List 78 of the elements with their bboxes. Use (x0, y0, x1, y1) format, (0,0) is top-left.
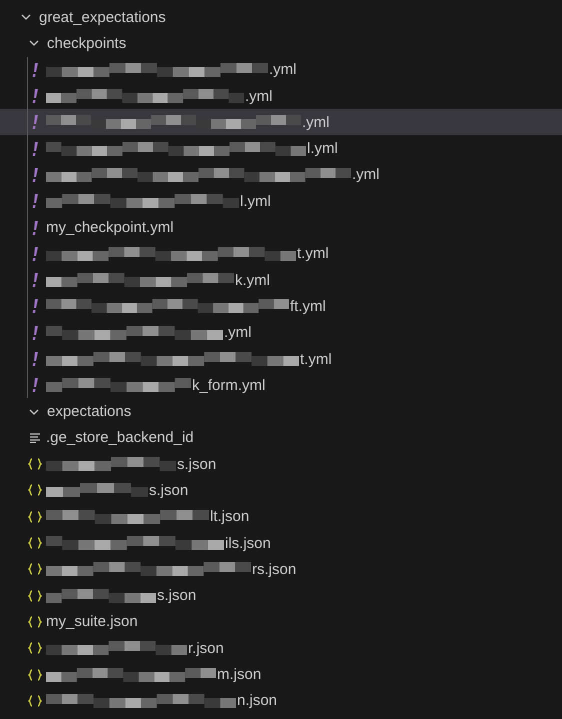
file-name: t.yml (300, 350, 332, 368)
file-row[interactable]: t.yml (0, 346, 562, 372)
braces-icon (28, 563, 42, 576)
exclamation-icon (32, 352, 38, 366)
file-row[interactable]: t.yml (0, 240, 562, 267)
exclamation-icon (32, 142, 38, 156)
file-name: my_suite.json (46, 613, 138, 630)
file-name: .yml (269, 61, 296, 78)
file-row[interactable]: .yml (0, 320, 562, 346)
file-name: l.yml (307, 140, 338, 158)
file-row[interactable]: n.json (0, 688, 562, 714)
file-row[interactable]: my_suite.json (0, 608, 562, 636)
braces-icon (28, 616, 42, 628)
file-name: m.json (217, 666, 262, 684)
file-row[interactable]: r.json (0, 635, 562, 662)
exclamation-icon (32, 168, 38, 182)
file-row[interactable]: .yml (0, 56, 562, 83)
exclamation-icon (32, 194, 38, 208)
file-row[interactable]: m.json (0, 661, 562, 688)
file-row[interactable]: ft.yml (0, 293, 562, 320)
file-row[interactable]: .ge_store_backend_id (0, 424, 562, 452)
file-name: n.json (237, 692, 278, 710)
folder-label: great_expectations (39, 8, 166, 26)
exclamation-icon (32, 246, 38, 261)
file-row[interactable]: s.json (0, 477, 562, 504)
tree-folder[interactable]: expectations (0, 398, 562, 425)
exclamation-icon (32, 220, 38, 235)
braces-icon (28, 668, 42, 681)
file-row[interactable]: k_form.yml (0, 372, 562, 398)
file-name: .ge_store_backend_id (46, 429, 194, 446)
file-row[interactable]: rs.json (0, 556, 562, 583)
file-name: .yml (352, 166, 380, 184)
file-name: t.yml (297, 245, 329, 262)
file-name: k.yml (235, 272, 270, 289)
file-row[interactable]: s.json (0, 451, 562, 478)
file-row[interactable]: .yml (0, 162, 562, 188)
tree-folder[interactable]: great_expectations (0, 4, 562, 30)
file-name: s.json (149, 482, 188, 499)
lines-icon (30, 432, 40, 443)
file-row[interactable]: lt.json (0, 504, 562, 530)
braces-icon (28, 694, 42, 707)
file-row[interactable]: my_checkpoint.yml (0, 214, 562, 241)
file-name: .yml (302, 114, 330, 131)
exclamation-icon (32, 115, 38, 130)
exclamation-icon (32, 62, 38, 77)
file-name: ils.json (225, 534, 271, 552)
file-name: my_checkpoint.yml (46, 219, 174, 236)
file-name: s.json (177, 456, 216, 473)
file-row[interactable]: .yml (0, 82, 562, 110)
file-name: .yml (245, 88, 272, 105)
file-name: r.json (188, 640, 224, 657)
folder-label: expectations (47, 403, 132, 420)
tree-folder[interactable]: checkpoints (0, 30, 562, 57)
file-name: s.json (157, 587, 196, 604)
file-row[interactable]: s.json (0, 582, 562, 609)
file-name: l.yml (240, 192, 271, 210)
exclamation-icon (32, 326, 38, 340)
file-name: .yml (224, 324, 252, 342)
exclamation-icon (32, 89, 38, 104)
braces-icon (28, 642, 42, 654)
braces-icon (28, 510, 42, 523)
exclamation-icon (32, 378, 38, 392)
file-row[interactable]: k.yml (0, 266, 562, 294)
file-name: lt.json (210, 508, 250, 526)
folder-label: checkpoints (47, 34, 126, 52)
file-name: k_form.yml (192, 376, 266, 394)
file-row[interactable]: .yml (0, 109, 562, 136)
braces-icon (28, 590, 42, 602)
braces-icon (28, 458, 42, 470)
exclamation-icon (32, 273, 38, 288)
braces-icon (28, 537, 42, 550)
file-name: rs.json (252, 560, 296, 578)
file-name: ft.yml (290, 298, 326, 315)
file-row[interactable]: ils.json (0, 530, 562, 556)
file-row[interactable]: l.yml (0, 135, 562, 162)
exclamation-icon (32, 299, 38, 314)
file-row[interactable]: l.yml (0, 188, 562, 214)
braces-icon (28, 484, 42, 496)
